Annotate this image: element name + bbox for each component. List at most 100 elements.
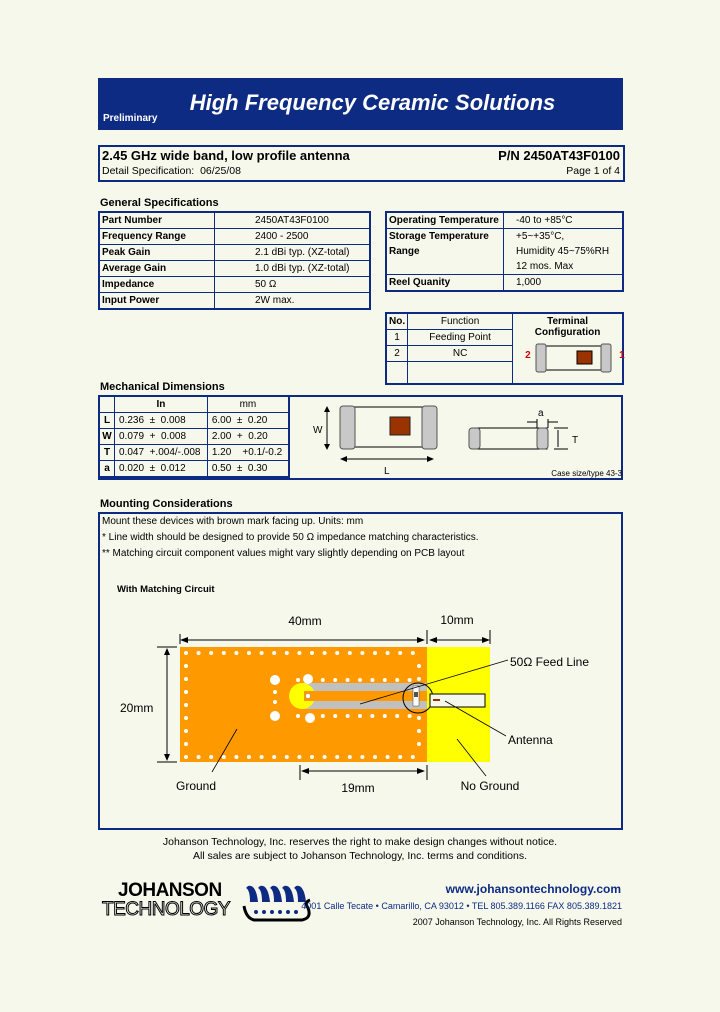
via-hole [382,714,387,718]
dim-20-label: 20mm [120,701,153,715]
env-value-line: -40 to +85°C [516,215,573,226]
via-hole [398,755,403,759]
via-hole [273,690,277,694]
via-hole [234,755,239,759]
via-hole [345,714,350,718]
via-hole [310,651,314,655]
via-hole [373,651,377,655]
via-hole [184,664,188,668]
terminal-table: No. Function Terminal Configuration 2 1 … [385,312,625,385]
dimension-drawing: W L a T Case size/type 43-3 [313,405,623,478]
env-value: 1,000 [503,274,624,292]
company-address: 4001 Calle Tecate • Camarillo, CA 93012 … [301,901,622,911]
via-hole [395,678,400,682]
spec-row: Peak Gain 2.1 dBi typ. (XZ-total) [98,244,371,261]
via-hole [209,755,214,759]
via-hole [296,714,300,718]
via-hole [335,651,340,655]
document-title: 2.45 GHz wide band, low profile antenna [102,148,350,163]
env-label: Storage Temperature Range [385,228,504,275]
terminal-function: NC [407,345,514,362]
mech-header-mm: mm [206,395,290,413]
via-hole [184,651,188,655]
via-hole-large [305,713,315,723]
spec-label: Average Gain [98,260,215,277]
l-label: L [384,466,390,477]
via-hole [385,651,390,655]
via-hole-large [270,675,280,685]
dimension-row: T 0.047 +.004/-.008 1.20 +0.1/-0.2 [98,444,290,461]
arrow-icon [324,444,330,450]
dimension-in: 0.020 ± 0.012 [114,460,208,478]
chip-top-view [339,405,438,450]
via-hole [358,714,362,718]
terminal-config-diagram: 2 1 [515,338,625,378]
via-hole [373,755,377,759]
env-value-line: Humidity 45~75%RH [516,246,610,257]
via-hole [347,755,352,759]
via-hole [259,755,264,759]
document-title-box: 2.45 GHz wide band, low profile antenna … [98,145,625,182]
website-link[interactable]: www.johansontechnology.com [446,882,621,896]
via-hole [272,651,277,655]
chip-top-icon [535,343,612,373]
spec-label: Peak Gain [98,244,215,261]
dimension-mm: 0.50 ± 0.30 [206,460,290,478]
company-logo: JOHANSON TECHNOLOGY [101,880,317,926]
part-number: P/N 2450AT43F0100 [498,148,620,163]
case-size-note: Case size/type 43-3 [551,469,622,478]
spec-label: Frequency Range [98,228,215,245]
mechanical-table: In mm L 0.236 ± 0.008 6.00 ± 0.20 W 0.079 + … [98,395,290,478]
arrow-icon [301,768,309,774]
general-specs-heading: General Specifications [100,197,219,209]
spec-label: Part Number [98,211,215,229]
via-hole [320,714,325,718]
dimension-mm: 1.20 +0.1/-0.2 [206,444,290,461]
dimension-in: 0.079 + 0.008 [114,428,208,445]
via-hole [410,651,415,655]
arrow-icon [340,456,347,462]
via-hole [234,651,239,655]
pin-2-label: 2 [525,350,531,361]
via-hole [370,714,375,718]
ground-label: Ground [176,779,216,793]
chip-side-view [468,427,549,450]
t-label: T [572,435,578,446]
logo-text-line2: TECHNOLOGY [101,899,231,921]
dim-40-label: 40mm [288,614,321,628]
mech-header-blank [98,395,115,413]
dimension-in: 0.236 ± 0.008 [114,412,208,429]
terminal-config-heading: Terminal Configuration [534,316,601,338]
spec-row: Input Power 2W max. [98,292,371,310]
via-hole [417,664,421,668]
dimension-mm: 6.00 ± 0.20 [206,412,290,429]
footer-notice-1: Johanson Technology, Inc. reserves the r… [162,836,558,848]
arrow-icon [417,768,425,774]
spec-row: Average Gain 1.0 dBi typ. (XZ-total) [98,260,371,277]
via-hole-large [270,711,280,721]
empty-cell [385,361,409,385]
arrow-icon [164,754,170,761]
terminal-col-function: Function [407,312,514,330]
arrow-icon [180,637,188,643]
environment-specs-table: Operating Temperature -40 to +85°C Storage… [385,211,624,292]
via-hole [407,714,412,718]
spec-date-line: Detail Specification: 06/25/08 [102,165,241,177]
env-value-line: 1,000 [516,277,542,288]
terminal-no: 2 [385,345,409,362]
env-value: +5~+35°C, Humidity 45~75%RH 12 mos. Max [503,228,624,275]
arrow-icon [482,637,490,643]
via-hole [184,729,188,733]
antenna-mark [433,699,440,701]
env-label: Operating Temperature [385,211,504,229]
a-label: a [538,408,544,419]
antenna-label: Antenna [508,733,553,747]
mech-header-in: In [114,395,208,413]
env-row: Storage Temperature Range +5~+35°C, Humidi… [385,228,624,275]
via-hole [259,651,264,655]
spec-label: Impedance [98,276,215,293]
via-hole [417,742,421,746]
env-value-line: +5~+35°C, [516,231,565,242]
via-hole [398,651,403,655]
dimension-symbol: L [98,412,115,429]
